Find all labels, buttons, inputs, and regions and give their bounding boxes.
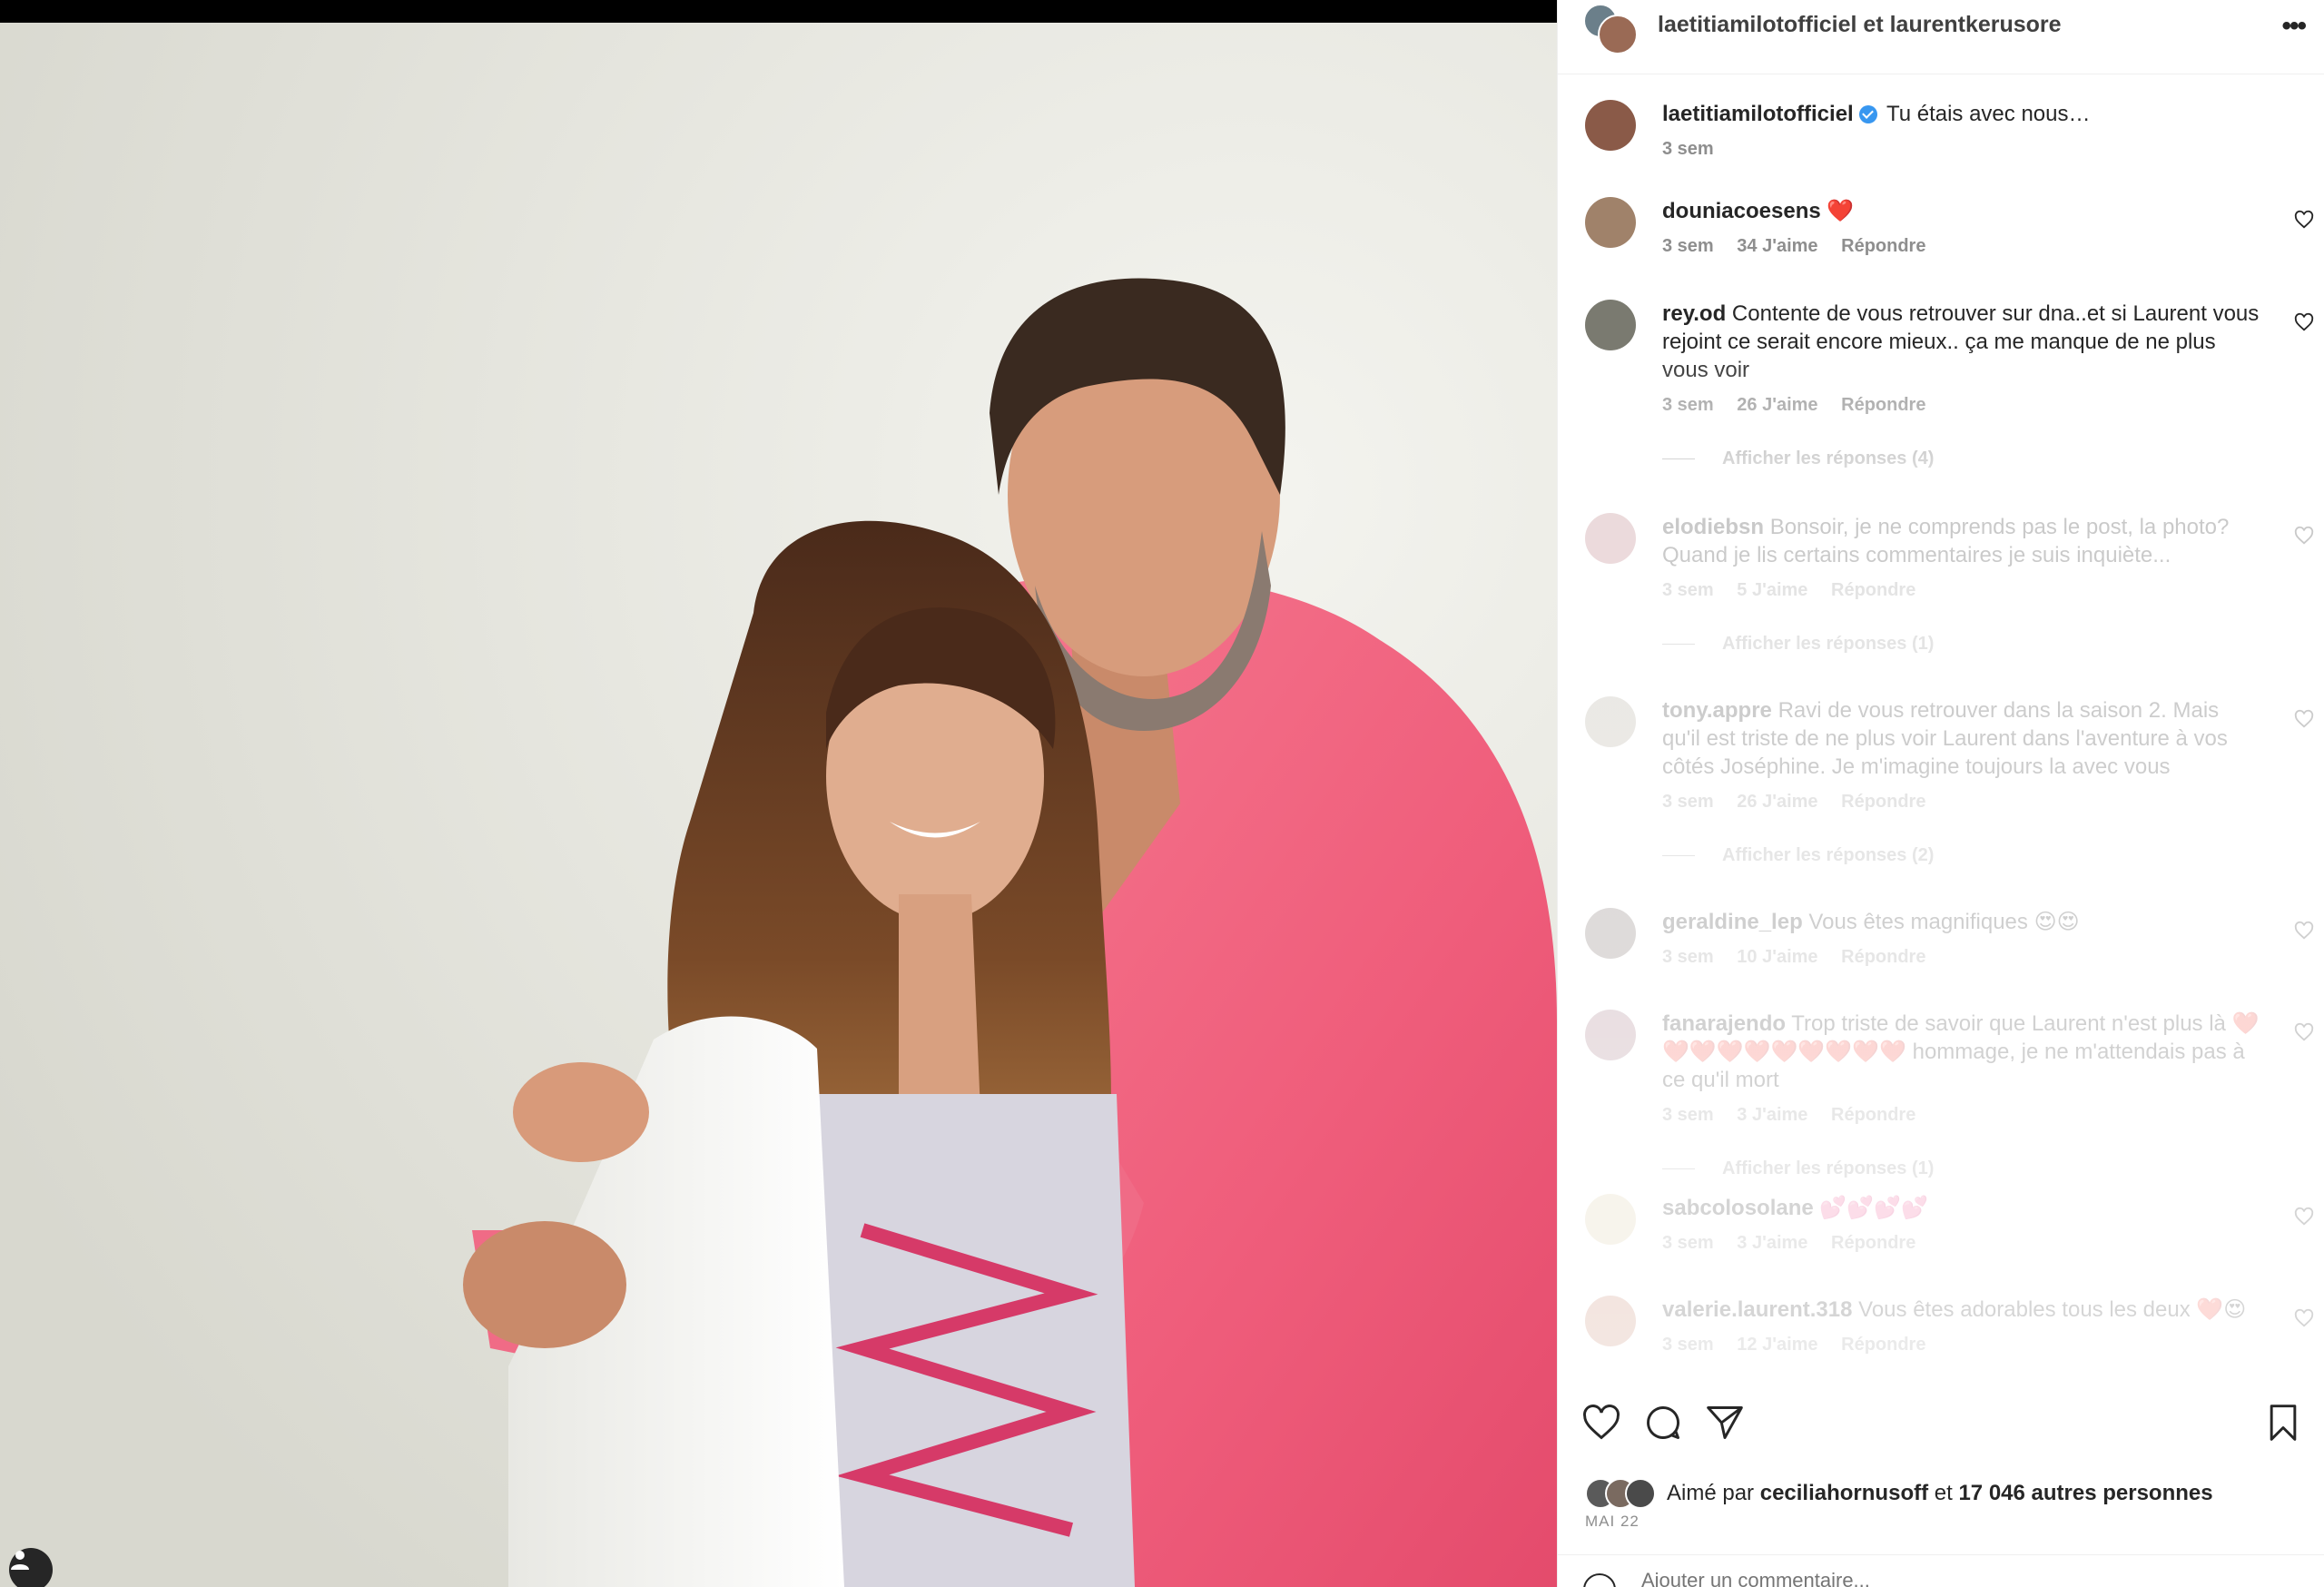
avatar[interactable] [1585,513,1636,564]
comment-time[interactable]: 3 sem [1662,580,1714,600]
heart-icon[interactable] [2294,1022,2314,1042]
action-bar [1558,1394,2324,1457]
comment-text: Contente de vous retrouver sur dna..et s… [1662,301,2260,382]
comment-likes[interactable]: 3 J'aime [1737,1233,1807,1253]
comment-time[interactable]: 3 sem [1662,1105,1714,1125]
likes-summary: Aimé par ceciliahornusoff et 17 046 autr… [1585,1476,2311,1513]
comment-username[interactable]: sabcolosolane [1662,1196,1814,1220]
comment-likes[interactable]: 34 J'aime [1737,236,1817,256]
view-replies-button[interactable]: Afficher les réponses (1) [1662,1155,2261,1183]
reply-button[interactable]: Répondre [1831,580,1915,600]
comment-time[interactable]: 3 sem [1662,947,1714,967]
likes-middle: et [1934,1481,1953,1505]
heart-icon[interactable] [2294,709,2314,729]
comment-likes[interactable]: 26 J'aime [1737,395,1817,415]
user-tag-icon [11,1551,29,1570]
post-date[interactable]: MAI 22 [1585,1513,1640,1531]
add-comment-bar [1558,1554,2324,1587]
comment-username[interactable]: valerie.laurent.318 [1662,1297,1852,1322]
comment-username[interactable]: douniacoesens [1662,199,1821,223]
post-header: laetitiamilotofficiel et laurentkerusore… [1558,0,2324,74]
heart-icon[interactable] [2294,312,2314,332]
caption-text: Tu étais avec nous… [1886,102,2091,126]
comment-likes[interactable]: 10 J'aime [1737,947,1817,967]
heart-icon[interactable] [2294,1207,2314,1227]
post-side-panel: laetitiamilotofficiel et laurentkerusore… [1557,0,2324,1587]
comments-list[interactable]: laetitiamilotofficiel Tu étais avec nous… [1558,74,2324,1473]
post-photo[interactable] [0,23,1557,1587]
avatar[interactable] [1625,1478,1656,1509]
comment-likes[interactable]: 5 J'aime [1737,580,1807,600]
comment-username[interactable]: tony.appre [1662,698,1772,723]
comment-text: ❤️ [1827,199,1855,223]
avatar[interactable] [1585,1010,1636,1060]
comment-time[interactable]: 3 sem [1662,1335,1714,1355]
likes-user[interactable]: ceciliahornusoff [1760,1481,1928,1505]
avatar[interactable] [1585,197,1636,248]
heart-icon[interactable] [2294,1308,2314,1328]
reply-button[interactable]: Répondre [1841,395,1925,415]
view-replies-button[interactable]: Afficher les réponses (4) [1662,445,2261,473]
comment-icon[interactable] [1643,1403,1683,1443]
comment-time[interactable]: 3 sem [1662,792,1714,812]
verified-icon [1858,105,1877,123]
caption-username[interactable]: laetitiamilotofficiel [1662,102,1854,126]
reply-button[interactable]: Répondre [1841,792,1925,812]
comment-username[interactable]: elodiebsn [1662,515,1764,539]
avatar[interactable] [1585,100,1636,151]
comment-text: Vous êtes adorables tous les deux ❤️😍 [1858,1297,2247,1322]
comment-likes[interactable]: 12 J'aime [1737,1335,1817,1355]
likes-others[interactable]: 17 046 autres personnes [1958,1481,2212,1505]
view-replies-button[interactable]: Afficher les réponses (2) [1662,842,2261,870]
comment-time[interactable]: 3 sem [1662,1233,1714,1253]
reply-button[interactable]: Répondre [1841,236,1925,256]
caption-time[interactable]: 3 sem [1662,139,1714,159]
reply-button[interactable]: Répondre [1841,1335,1925,1355]
avatar[interactable] [1598,15,1638,54]
post-photo-area[interactable] [0,0,1557,1587]
more-icon[interactable]: ••• [2281,11,2306,42]
bookmark-icon[interactable] [2263,1403,2303,1443]
comment-likes[interactable]: 26 J'aime [1737,792,1817,812]
comment-time[interactable]: 3 sem [1662,395,1714,415]
likes-avatars[interactable] [1585,1478,1667,1511]
avatar[interactable] [1585,1194,1636,1245]
share-icon[interactable] [1705,1403,1745,1443]
heart-icon[interactable] [1581,1403,1621,1443]
heart-icon[interactable] [2294,921,2314,941]
comment-username[interactable]: rey.od [1662,301,1726,326]
header-title[interactable]: laetitiamilotofficiel et laurentkerusore [1658,12,2062,38]
emoji-icon[interactable] [1583,1573,1616,1587]
comment-time[interactable]: 3 sem [1662,236,1714,256]
comment-text: 💕💕💕💕 [1819,1196,1928,1220]
header-avatars[interactable] [1583,4,1638,54]
heart-icon[interactable] [2294,210,2314,230]
user-tag-button[interactable] [9,1548,53,1587]
avatar[interactable] [1585,696,1636,747]
avatar[interactable] [1585,908,1636,959]
comment-username[interactable]: fanarajendo [1662,1011,1786,1036]
avatar[interactable] [1585,1296,1636,1346]
comment-username[interactable]: geraldine_lep [1662,910,1803,934]
couple-photo-illustration [0,23,1557,1587]
avatar[interactable] [1585,300,1636,350]
comment-likes[interactable]: 3 J'aime [1737,1105,1807,1125]
reply-button[interactable]: Répondre [1831,1233,1915,1253]
reply-button[interactable]: Répondre [1831,1105,1915,1125]
heart-icon[interactable] [2294,526,2314,546]
comment-text: Vous êtes magnifiques 😍😍 [1808,910,2080,934]
likes-prefix: Aimé par [1667,1481,1755,1505]
view-replies-button[interactable]: Afficher les réponses (1) [1662,630,2261,658]
reply-button[interactable]: Répondre [1841,947,1925,967]
comment-input[interactable] [1640,1568,2188,1587]
